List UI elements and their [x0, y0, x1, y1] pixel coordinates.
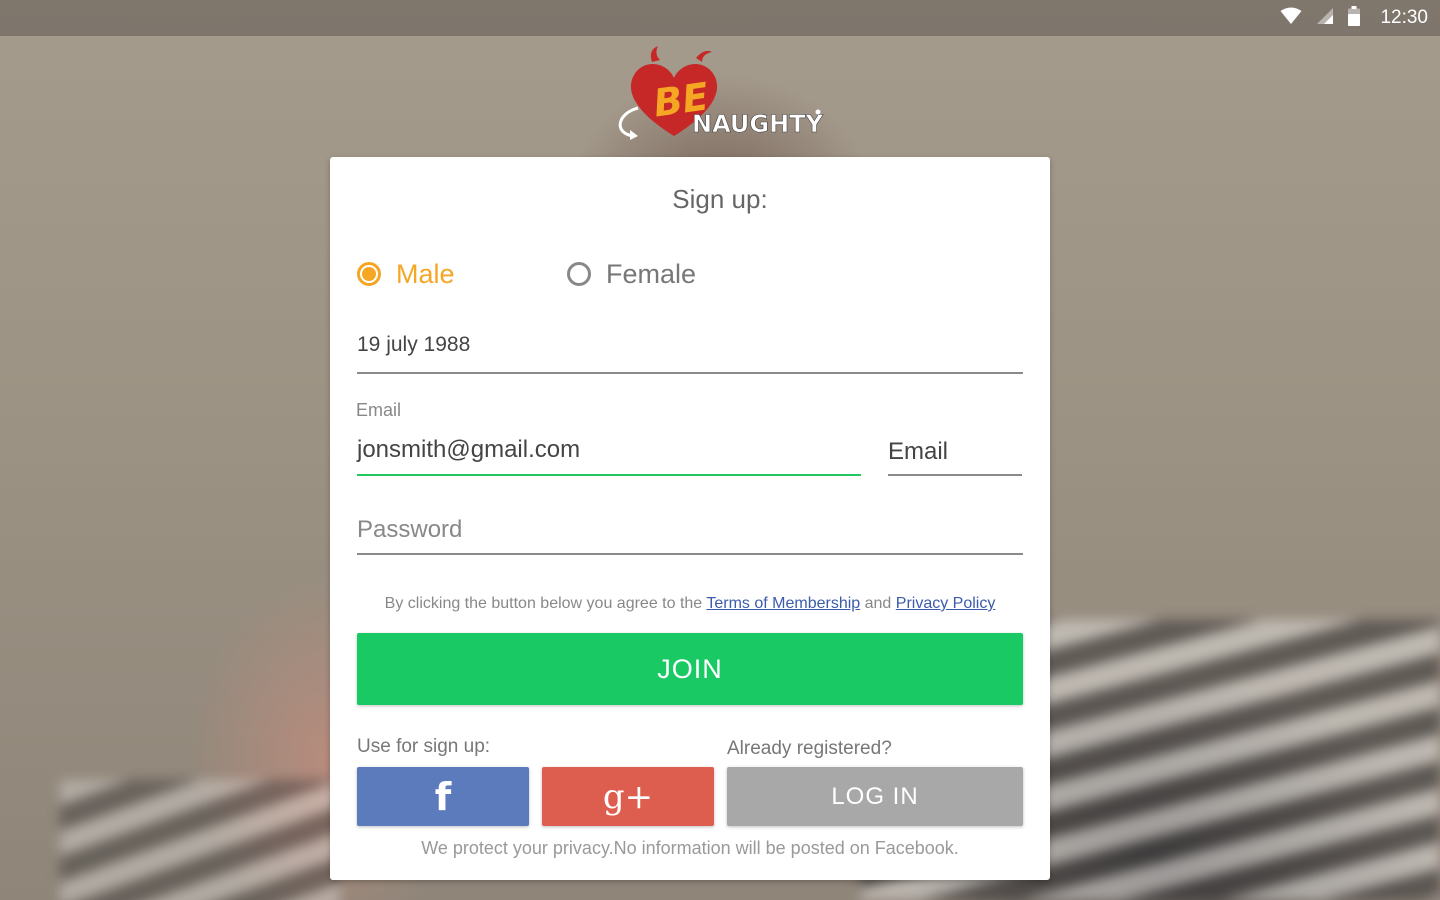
privacy-note: We protect your privacy.No information w…: [421, 838, 959, 858]
radio-unchecked-icon[interactable]: [567, 262, 591, 286]
signup-title: Sign up:: [672, 184, 768, 214]
email-value: jonsmith@gmail.com: [357, 436, 581, 463]
use-for-signup-label: Use for sign up:: [357, 736, 491, 757]
terms-text: By clicking the button below you agree t…: [330, 595, 1050, 613]
email-type-select[interactable]: Email: [888, 428, 1022, 476]
status-icons: 12:30: [1280, 0, 1428, 36]
already-registered-label: Already registered?: [727, 738, 892, 759]
password-field[interactable]: Password: [357, 508, 1023, 555]
terms-and: and: [860, 595, 896, 612]
google-plus-icon: g+: [602, 776, 654, 817]
birthdate-value: 19 july 1988: [357, 333, 471, 356]
google-plus-signup-button[interactable]: g+: [542, 767, 714, 826]
radio-dot: [362, 267, 376, 281]
birthdate-field[interactable]: 19 july 1988: [357, 326, 1023, 374]
login-button[interactable]: LOG IN: [727, 767, 1023, 826]
gender-female-option[interactable]: Female: [567, 256, 696, 292]
terms-prefix: By clicking the button below you agree t…: [384, 595, 707, 612]
privacy-policy-link[interactable]: Privacy Policy: [896, 595, 996, 612]
status-time: 12:30: [1380, 7, 1428, 28]
join-button[interactable]: JOIN: [357, 633, 1023, 705]
logo-naughty-text: NAUGHTY: [692, 110, 824, 138]
password-placeholder: Password: [357, 516, 463, 543]
battery-icon: [1348, 5, 1361, 31]
signal-icon: [1316, 7, 1334, 30]
gender-male-label: Male: [396, 258, 455, 289]
gender-male-option[interactable]: Male: [357, 256, 455, 292]
wifi-icon: [1280, 7, 1302, 30]
status-bar: 12:30: [0, 0, 1440, 36]
facebook-signup-button[interactable]: f: [357, 767, 529, 826]
facebook-icon: f: [434, 774, 452, 819]
gender-female-label: Female: [606, 258, 697, 289]
radio-checked-icon[interactable]: [357, 262, 381, 286]
email-field[interactable]: jonsmith@gmail.com: [357, 428, 861, 476]
app-logo: BE NAUGHTY: [612, 44, 828, 144]
email-type-value: Email: [888, 438, 949, 465]
email-field-label: Email: [356, 400, 402, 420]
background-stripes-left: [60, 780, 340, 900]
terms-of-membership-link[interactable]: Terms of Membership: [706, 595, 860, 612]
